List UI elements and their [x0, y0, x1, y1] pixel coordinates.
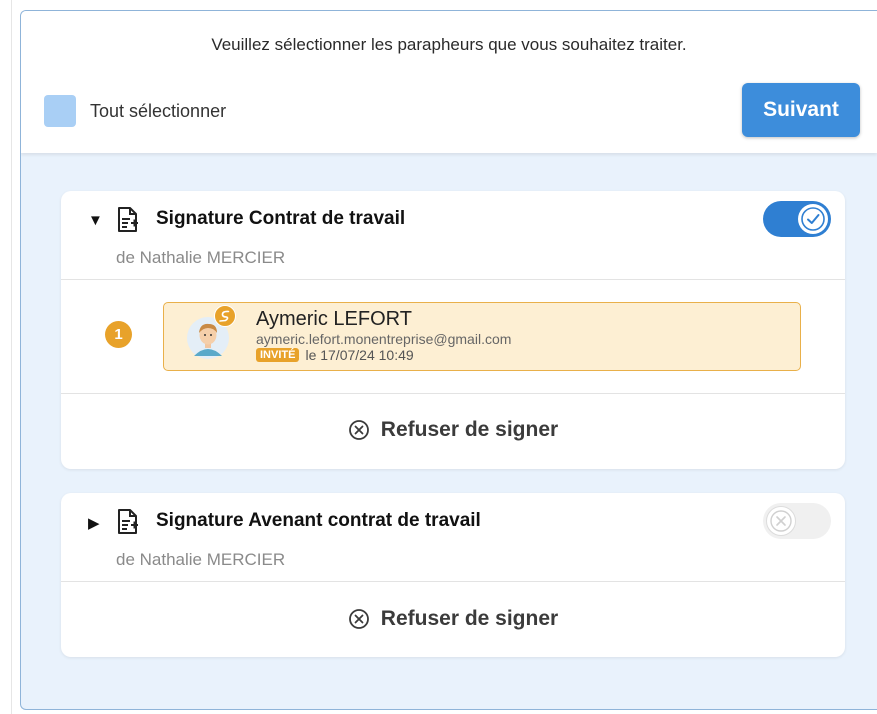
instruction-text: Veuillez sélectionner les parapheurs que…	[211, 35, 687, 54]
card-header: ▼ Signature Contrat de travail de Nathal…	[61, 191, 845, 280]
signers-list: 1 Aymeric LEFORT aymeric.lefort.monentre…	[61, 280, 845, 394]
signer-role-badge: INVITÉ	[256, 348, 300, 362]
parapheur-card: ▶ Signature Avenant contrat de travail d…	[61, 493, 845, 657]
signature-pen-icon	[214, 305, 236, 327]
check-icon	[801, 207, 825, 231]
select-all-checkbox[interactable]	[44, 95, 76, 127]
card-select-toggle[interactable]	[763, 201, 831, 237]
card-sender: de Nathalie MERCIER	[116, 550, 286, 569]
card-title: Signature Contrat de travail	[156, 208, 406, 229]
refuse-sign-label: Refuser de signer	[380, 607, 559, 630]
signer-date: le 17/07/24 10:49	[305, 347, 414, 363]
parapheur-card: ▼ Signature Contrat de travail de Nathal…	[61, 191, 845, 469]
circle-x-icon	[348, 609, 369, 629]
select-all-control[interactable]: Tout sélectionner	[44, 95, 226, 127]
refuse-sign-button[interactable]: Refuser de signer	[61, 418, 845, 442]
card-select-toggle[interactable]	[763, 503, 831, 539]
left-panel-edge	[0, 0, 12, 714]
parapheur-selection-panel: Veuillez sélectionner les parapheurs que…	[20, 10, 877, 710]
toggle-knob	[798, 204, 828, 234]
selection-header: Veuillez sélectionner les parapheurs que…	[21, 11, 877, 153]
x-icon	[770, 510, 792, 532]
signature-document-icon	[118, 207, 138, 232]
refuse-sign-button[interactable]: Refuser de signer	[61, 607, 845, 631]
caret-down-icon[interactable]: ▼	[88, 212, 103, 229]
signer-meta: INVITÉ le 17/07/24 10:49	[256, 347, 414, 363]
signer-name: Aymeric LEFORT	[256, 308, 412, 330]
toggle-knob	[766, 506, 796, 536]
caret-right-icon[interactable]: ▶	[88, 514, 100, 532]
signature-document-icon	[118, 509, 138, 534]
card-title: Signature Avenant contrat de travail	[156, 510, 481, 531]
refuse-sign-label: Refuser de signer	[380, 418, 559, 441]
card-sender: de Nathalie MERCIER	[116, 248, 286, 267]
signer-order-badge: 1	[105, 321, 132, 348]
signer-email: aymeric.lefort.monentreprise@gmail.com	[256, 331, 512, 347]
card-header: ▶ Signature Avenant contrat de travail d…	[61, 493, 845, 582]
signer-item[interactable]: Aymeric LEFORT aymeric.lefort.monentrepr…	[163, 302, 801, 371]
next-button[interactable]: Suivant	[742, 83, 860, 137]
circle-x-icon	[348, 420, 369, 440]
select-all-label: Tout sélectionner	[90, 100, 227, 121]
